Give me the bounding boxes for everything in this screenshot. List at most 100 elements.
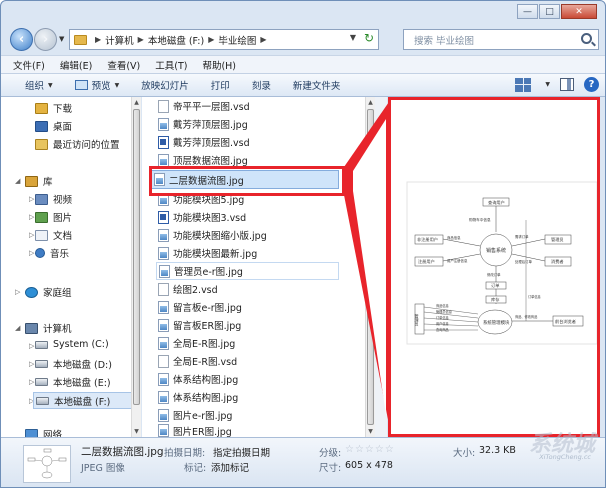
file-row[interactable]: 全局E-R图.jpg — [156, 334, 235, 352]
expand-arrow-icon[interactable]: ▷ — [29, 231, 34, 239]
visio-file-icon — [158, 210, 169, 224]
explorer-window: — □ ✕ ‹ › ▼ ▶ 计算机 ▶ 本地磁盘 (F:) ▶ 毕业绘图 ▶ ▼… — [0, 0, 606, 488]
file-row[interactable]: 留言板ER图.jpg — [156, 316, 241, 334]
close-button[interactable]: ✕ — [561, 4, 597, 19]
svg-text:查询商品: 查询商品 — [436, 327, 449, 332]
expand-arrow-icon[interactable]: ▷ — [29, 360, 34, 368]
image-file-icon — [158, 424, 169, 437]
refresh-icon[interactable]: ↻ — [364, 31, 374, 45]
chevron-right-icon[interactable]: ▶ — [208, 35, 214, 44]
new-folder-button[interactable]: 新建文件夹 — [293, 78, 341, 92]
nav-homegroup[interactable]: 家庭组 — [25, 285, 72, 299]
search-input[interactable]: 搜索 毕业绘图 — [403, 29, 599, 50]
print-button[interactable]: 打印 — [211, 78, 230, 92]
forward-button[interactable]: › — [34, 28, 57, 51]
file-row[interactable]: 体系结构图.jpg — [156, 388, 238, 406]
minimize-button[interactable]: — — [517, 4, 538, 19]
organize-button[interactable]: 组织 ▼ — [25, 78, 53, 92]
command-bar: 组织 ▼ 预览 ▼ 放映幻灯片 打印 刻录 新建文件夹 ▼ ? — [1, 73, 605, 97]
expand-arrow-icon[interactable]: ▷ — [29, 249, 34, 257]
nav-drive-e[interactable]: 本地磁盘 (E:) — [35, 375, 111, 389]
address-dropdown-icon[interactable]: ▼ — [350, 33, 356, 42]
detail-dims-label: 尺寸: — [319, 463, 342, 474]
file-row[interactable]: 绘图2.vsd — [156, 280, 218, 298]
detail-date-value[interactable]: 指定拍摄日期 — [213, 445, 270, 459]
address-bar[interactable]: ▶ 计算机 ▶ 本地磁盘 (F:) ▶ 毕业绘图 ▶ ▼ ↻ — [69, 29, 379, 50]
file-list-scrollbar[interactable]: ▲ ▼ — [365, 97, 375, 437]
breadcrumb-drive-f[interactable]: 本地磁盘 (F:) — [148, 33, 204, 47]
scroll-up-icon[interactable]: ▲ — [132, 97, 141, 108]
nav-desktop[interactable]: 桌面 — [35, 119, 72, 133]
recent-places-icon — [35, 138, 48, 150]
file-row[interactable]: 图片e-r图.jpg — [156, 406, 232, 424]
recent-pages-dropdown-icon[interactable]: ▼ — [59, 35, 64, 43]
file-row[interactable]: 戴芳萍顶层图.jpg — [156, 115, 248, 133]
file-row[interactable]: 功能模块图3.vsd — [156, 208, 246, 226]
help-icon[interactable]: ? — [584, 77, 599, 92]
rating-stars-icon[interactable]: ☆☆☆☆☆ — [345, 444, 395, 455]
file-row[interactable]: 体系结构图.jpg — [156, 370, 238, 388]
scroll-up-icon[interactable]: ▲ — [366, 97, 375, 108]
file-row[interactable]: 功能模块图缩小版.jpg — [156, 226, 267, 244]
caret-down-icon[interactable]: ▼ — [545, 81, 550, 88]
expand-arrow-icon[interactable]: ▷ — [29, 213, 34, 221]
file-thumbnail — [23, 445, 71, 483]
nav-library[interactable]: 库 — [25, 174, 53, 188]
file-icon — [158, 354, 169, 368]
scrollbar-thumb[interactable] — [133, 109, 140, 405]
nav-downloads[interactable]: 下载 — [35, 101, 72, 115]
expand-arrow-icon[interactable]: ◢ — [15, 177, 20, 185]
chevron-right-icon[interactable]: ▶ — [138, 35, 144, 44]
chevron-right-icon[interactable]: ▶ — [260, 35, 266, 44]
nav-video[interactable]: 视频 — [35, 192, 72, 206]
menu-tools[interactable]: 工具(T) — [155, 58, 187, 72]
detail-rating-label: 分级: — [319, 448, 342, 459]
preview-button[interactable]: 预览 ▼ — [74, 78, 120, 92]
nav-drive-f[interactable]: 本地磁盘 (F:) — [33, 392, 133, 409]
menu-help[interactable]: 帮助(H) — [202, 58, 236, 72]
back-button[interactable]: ‹ — [10, 28, 33, 51]
expand-arrow-icon[interactable]: ▷ — [29, 342, 34, 350]
pane-splitter[interactable]: ⁞ — [375, 97, 387, 437]
menu-file[interactable]: 文件(F) — [13, 58, 45, 72]
caret-down-icon: ▼ — [114, 81, 120, 89]
breadcrumb-folder[interactable]: 毕业绘图 — [218, 33, 256, 47]
nav-computer[interactable]: 计算机 — [25, 321, 72, 335]
expand-arrow-icon[interactable]: ▷ — [29, 195, 34, 203]
svg-text:处理后订单: 处理后订单 — [515, 259, 533, 264]
diagram-node-label: 库存 — [491, 296, 499, 303]
nav-drive-d[interactable]: 本地磁盘 (D:) — [35, 357, 112, 371]
nav-music[interactable]: 音乐 — [35, 246, 69, 260]
scroll-down-icon[interactable]: ▼ — [366, 426, 375, 437]
nav-recent[interactable]: 最近访问的位置 — [35, 137, 120, 151]
expand-arrow-icon[interactable]: ▷ — [29, 378, 34, 386]
nav-pictures[interactable]: 图片 — [35, 210, 72, 224]
breadcrumb-computer[interactable]: 计算机 — [105, 33, 134, 47]
menu-view[interactable]: 查看(V) — [107, 58, 140, 72]
file-row[interactable]: 戴芳萍顶层图.vsd — [156, 133, 250, 151]
file-row[interactable]: 管理员e-r图.jpg — [156, 262, 339, 280]
menu-edit[interactable]: 编辑(E) — [60, 58, 92, 72]
detail-tag-value[interactable]: 添加标记 — [211, 460, 249, 474]
scrollbar-thumb[interactable] — [367, 109, 374, 425]
maximize-button[interactable]: □ — [539, 4, 560, 19]
search-icon[interactable] — [581, 33, 592, 44]
preview-pane-toggle-icon[interactable] — [560, 78, 574, 91]
view-options-icon[interactable] — [515, 77, 532, 92]
file-row[interactable]: 帝平平一层图.vsd — [156, 97, 250, 115]
chevron-right-icon[interactable]: ▶ — [95, 35, 101, 44]
burn-button[interactable]: 刻录 — [252, 78, 271, 92]
scroll-down-icon[interactable]: ▼ — [132, 426, 141, 437]
homegroup-icon — [25, 286, 38, 298]
forward-arrow-icon: › — [42, 32, 49, 47]
expand-arrow-icon[interactable]: ▷ — [15, 288, 20, 296]
file-row[interactable]: 留言板e-r图.jpg — [156, 298, 242, 316]
file-row[interactable]: 全局E-R图.vsd — [156, 352, 237, 370]
slideshow-button[interactable]: 放映幻灯片 — [141, 78, 189, 92]
nav-scrollbar[interactable]: ▲ ▼ — [131, 97, 141, 437]
nav-drive-c[interactable]: System (C:) — [35, 339, 109, 350]
file-row[interactable]: 功能模块图最新.jpg — [156, 244, 257, 262]
file-row[interactable]: 图片ER图.jpg — [156, 424, 232, 437]
nav-documents[interactable]: 文档 — [35, 228, 72, 242]
expand-arrow-icon[interactable]: ◢ — [15, 324, 20, 332]
